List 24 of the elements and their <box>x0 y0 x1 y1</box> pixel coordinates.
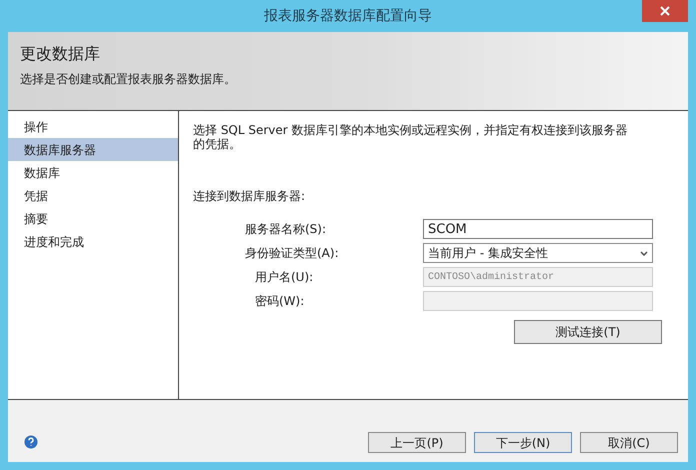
field-label: 身份验证类型(A): <box>244 245 340 262</box>
input-field[interactable]: SCOM <box>423 219 653 239</box>
nav-item[interactable]: 数据库服务器 <box>8 138 178 161</box>
field-label: 服务器名称(S): <box>244 221 328 238</box>
page-title: 更改数据库 <box>20 43 101 65</box>
close-icon <box>660 6 670 16</box>
nav-item[interactable]: 操作 <box>8 115 178 138</box>
close-button[interactable] <box>642 0 688 22</box>
wizard-button[interactable]: 上一页(P) <box>368 432 466 453</box>
help-icon[interactable] <box>24 435 38 449</box>
wizard-button[interactable]: 取消(C) <box>580 432 678 453</box>
field-label: 用户名(U): <box>254 269 314 286</box>
page-subtitle: 选择是否创建或配置报表服务器数据库。 <box>20 71 237 88</box>
section-label: 连接到数据库服务器: <box>193 188 306 205</box>
nav-item[interactable]: 进度和完成 <box>8 230 178 253</box>
wizard-button[interactable]: 下一步(N) <box>474 432 572 453</box>
nav-item[interactable]: 摘要 <box>8 207 178 230</box>
nav-item[interactable]: 数据库 <box>8 161 178 184</box>
select-field[interactable]: 当前用户 - 集成安全性 <box>423 243 653 263</box>
field-label: 密码(W): <box>254 293 306 310</box>
nav-item[interactable]: 凭据 <box>8 184 178 207</box>
description-text: 选择 SQL Server 数据库引擎的本地实例或远程实例，并指定有权连接到该服务器的凭据。 <box>193 123 629 151</box>
window-title: 报表服务器数据库配置向导 <box>264 6 432 26</box>
test-connection-button[interactable]: 测试连接(T) <box>514 320 662 344</box>
